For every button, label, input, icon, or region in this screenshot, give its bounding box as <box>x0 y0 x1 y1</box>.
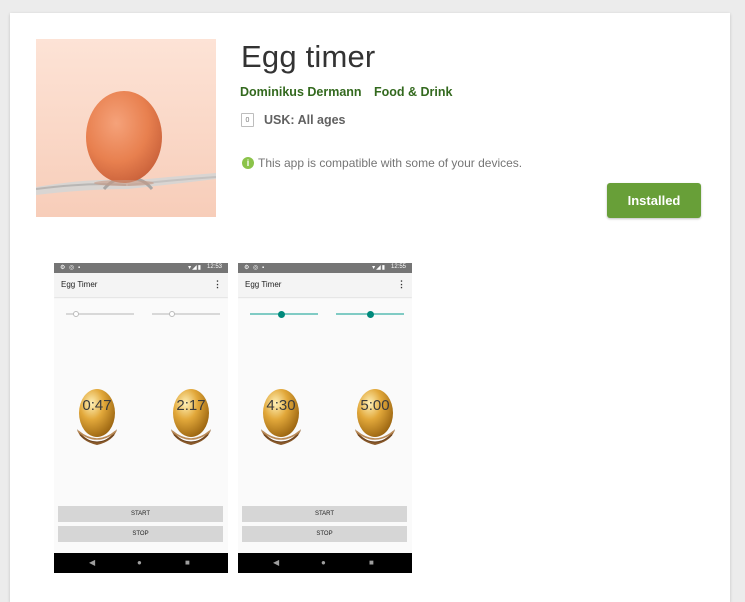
app-bar: Egg Timer ⋮ <box>238 273 412 297</box>
timer-display-left: 0:47 <box>82 397 112 414</box>
android-nav-bar: ◀ ● ■ <box>238 553 412 573</box>
recent-apps-icon: ■ <box>369 558 374 567</box>
app-cover-image <box>36 39 216 217</box>
status-bar: ⚙ ◎ ▪ ▾◢▮ 12:55 <box>238 263 412 273</box>
golden-egg-left: 4:30 <box>258 385 304 451</box>
app-bar: Egg Timer ⋮ <box>54 273 228 297</box>
developer-link[interactable]: Dominikus Dermann <box>240 85 362 99</box>
overflow-menu-icon: ⋮ <box>397 279 406 289</box>
recent-apps-icon: ■ <box>185 558 190 567</box>
app-bar-title: Egg Timer <box>245 280 282 289</box>
status-right-icons: ▾◢▮ <box>372 265 386 271</box>
status-time: 12:53 <box>206 264 222 270</box>
home-icon: ● <box>321 558 326 567</box>
start-button[interactable]: START <box>58 506 223 522</box>
slider-right <box>336 311 404 318</box>
status-left-icons: ⚙ ◎ ▪ <box>244 265 266 271</box>
golden-egg-left: 0:47 <box>74 385 120 451</box>
status-time: 12:55 <box>390 264 406 270</box>
slider-thumb <box>73 311 79 317</box>
status-right-icons: ▾◢▮ <box>188 265 202 271</box>
app-bar-title: Egg Timer <box>61 280 98 289</box>
usk-rating-icon: 0 <box>241 113 254 127</box>
golden-egg-right: 2:17 <box>168 385 214 451</box>
back-icon: ◀ <box>273 558 280 567</box>
android-nav-bar: ◀ ● ■ <box>54 553 228 573</box>
status-bar: ⚙ ◎ ▪ ▾◢▮ 12:53 <box>54 263 228 273</box>
info-icon: i <box>242 157 254 169</box>
back-icon: ◀ <box>89 558 96 567</box>
home-icon: ● <box>137 558 142 567</box>
stop-button[interactable]: STOP <box>58 526 223 542</box>
content-rating-label: USK: All ages <box>264 113 346 127</box>
start-button[interactable]: START <box>242 506 407 522</box>
app-title: Egg timer <box>241 39 376 74</box>
compatibility-text: This app is compatible with some of your… <box>258 156 523 170</box>
category-link[interactable]: Food & Drink <box>374 85 452 99</box>
stop-button[interactable]: STOP <box>242 526 407 542</box>
app-details-card: Egg timer Dominikus Dermann Food & Drink… <box>10 13 730 602</box>
slider-right <box>152 311 220 317</box>
slider-thumb <box>169 311 175 317</box>
status-left-icons: ⚙ ◎ ▪ <box>60 265 82 271</box>
compatibility-notice: i This app is compatible with some of yo… <box>242 156 522 170</box>
slider-thumb <box>367 311 374 318</box>
screenshot-1[interactable]: ⚙ ◎ ▪ ▾◢▮ 12:53 Egg Timer ⋮ 0:47 2:17 ST… <box>54 263 228 573</box>
slider-left <box>66 311 134 317</box>
screenshot-2[interactable]: ⚙ ◎ ▪ ▾◢▮ 12:55 Egg Timer ⋮ 4:30 5:00 ST… <box>238 263 412 573</box>
content-rating: 0 USK: All ages <box>241 113 346 127</box>
installed-button[interactable]: Installed <box>607 183 701 218</box>
overflow-menu-icon: ⋮ <box>213 279 222 289</box>
golden-egg-right: 5:00 <box>352 385 398 451</box>
slider-thumb <box>278 311 285 318</box>
timer-display-right: 2:17 <box>176 397 206 414</box>
timer-display-right: 5:00 <box>360 397 390 414</box>
timer-display-left: 4:30 <box>266 397 296 414</box>
slider-left <box>250 311 318 318</box>
